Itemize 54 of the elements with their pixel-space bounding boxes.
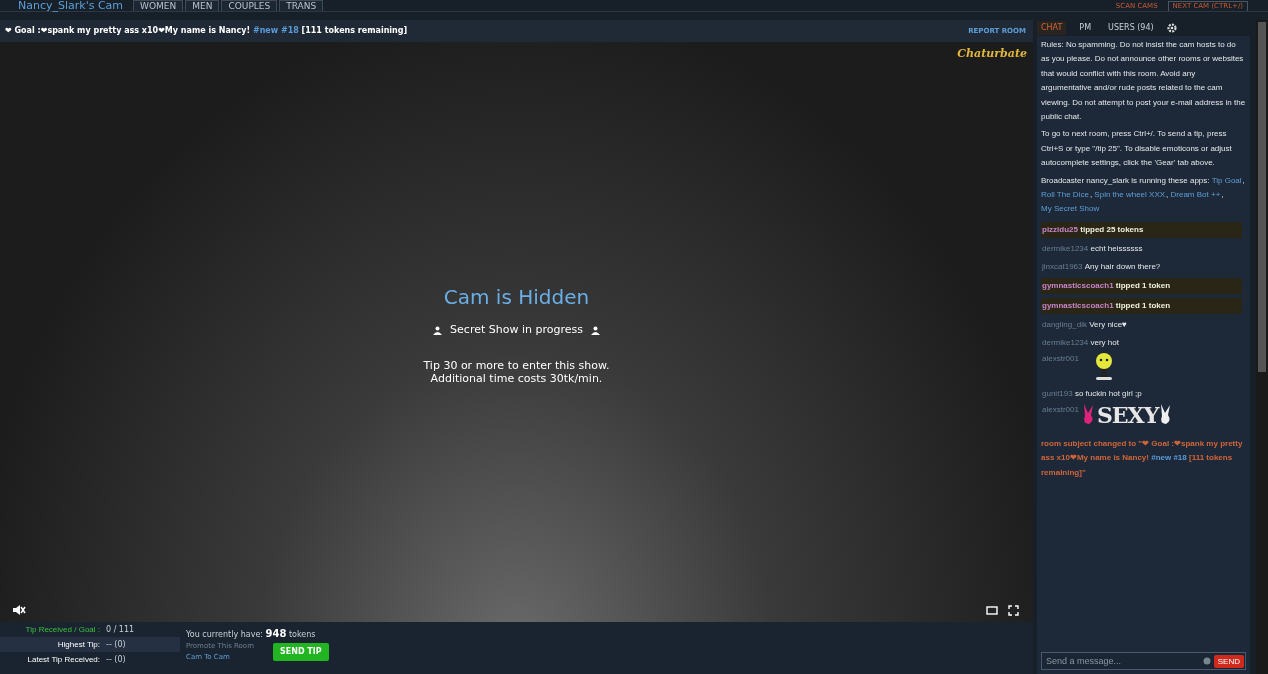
token-balance: You currently have: 948 tokens bbox=[186, 627, 317, 641]
chat-message: gunit193 so fuckin hot girl ;p bbox=[1041, 387, 1143, 400]
site-logo: Chaturbate bbox=[957, 46, 1027, 62]
muted-icon[interactable] bbox=[12, 604, 26, 616]
fullscreen-icon[interactable] bbox=[1008, 604, 1019, 616]
app-link[interactable]: My Secret Show bbox=[1041, 204, 1100, 214]
link-separator: , bbox=[1166, 190, 1169, 200]
stat-label: Tip Received / Goal : bbox=[24, 623, 100, 636]
stat-value: -- (0) bbox=[106, 653, 126, 666]
stat-value: 0 / 111 bbox=[106, 623, 135, 636]
category-tab[interactable]: WOMEN bbox=[133, 0, 184, 11]
apps-notice: Broadcaster nancy_slark is running these apps: Tip Goal, Roll The Dice, Spin the wheel XXX, Dream Bot ++, My Secret Show bbox=[1041, 174, 1246, 216]
scrollbar-thumb[interactable] bbox=[1258, 22, 1266, 372]
chat-notice: Rules: No spamming. Do not insist the cam hosts to do as you please. Do not announce other rooms or websites that would conflict with this room. Avoid any argumentative and/or rude posts related to the cam viewing. Do not attempt to post your e-mail address in the public chat. bbox=[1041, 39, 1246, 124]
person-icon bbox=[590, 325, 600, 335]
chat-username: alexstr001 bbox=[1042, 403, 1079, 416]
category-tab[interactable]: MEN bbox=[185, 0, 220, 11]
tip-message: gymnasticscoach1 tipped 1 token bbox=[1041, 277, 1242, 294]
category-tab[interactable]: COUPLES bbox=[221, 0, 278, 11]
send-button[interactable]: SEND bbox=[1213, 654, 1244, 668]
tip-message: gymnasticscoach1 tipped 1 token bbox=[1041, 297, 1242, 314]
message-input[interactable]: Send a message... SEND bbox=[1041, 652, 1246, 670]
app-link[interactable]: Spin the wheel XXX bbox=[1094, 190, 1166, 200]
chat-tab[interactable]: PM bbox=[1075, 21, 1096, 35]
chat-message: jinxcat1963 Any hair down there? bbox=[1041, 260, 1162, 273]
category-tab[interactable]: TRANS bbox=[279, 0, 324, 11]
emoji-icon[interactable] bbox=[1202, 657, 1211, 665]
app-link[interactable]: Tip Goal bbox=[1211, 175, 1242, 185]
stat-label: Latest Tip Received: bbox=[26, 653, 100, 666]
chat-username: alexstr001 bbox=[1042, 352, 1079, 365]
show-status: Secret Show in progress bbox=[450, 322, 583, 338]
theater-mode-icon[interactable] bbox=[986, 605, 998, 615]
stat-label: Highest Tip: bbox=[56, 638, 100, 651]
settings-icon[interactable] bbox=[1166, 23, 1177, 33]
app-link[interactable]: Roll The Dice bbox=[1041, 190, 1089, 200]
chat-message: dangling_dik Very nice♥ bbox=[1041, 318, 1128, 331]
room-title: Nancy_Slark's Cam bbox=[18, 0, 124, 11]
chat-message: dermike1234 echt heissssss bbox=[1041, 242, 1144, 255]
link-separator: , bbox=[1089, 190, 1093, 200]
subject-change-notice: room subject changed to "❤ Goal :❤spank my pretty ass x10❤My name is Nancy! #new #18 [111 tokens remaining]" bbox=[1041, 437, 1244, 479]
sticker-text: SEXY bbox=[1096, 402, 1159, 427]
cam-hidden-title: Cam is Hidden bbox=[443, 284, 590, 311]
stat-value: -- (0) bbox=[106, 638, 126, 651]
chat-message: dermike1234 very hot bbox=[1041, 336, 1120, 349]
chat-tab[interactable]: CHAT bbox=[1037, 21, 1067, 35]
tip-message: pizzidu25 tipped 25 tokens bbox=[1041, 221, 1242, 238]
link-separator: , bbox=[1242, 175, 1245, 185]
app-link[interactable]: Dream Bot ++ bbox=[1170, 190, 1221, 200]
room-subject: ❤ Goal :❤spank my pretty ass x10❤My name is Nancy! #new #18 [111 tokens remaining] bbox=[5, 25, 408, 37]
person-icon bbox=[433, 325, 443, 335]
show-info: Tip 30 or more to enter this show. Additional time costs 30tk/min. bbox=[423, 358, 610, 385]
chat-notice: To go to next room, press Ctrl+/. To send a tip, press Ctrl+S or type "/tip 25". To disable emoticons or adjust autocomplete settings, click the 'Gear' tab above. bbox=[1041, 128, 1233, 170]
chat-tab[interactable]: USERS (94) bbox=[1104, 21, 1158, 35]
link-separator: , bbox=[1221, 190, 1224, 200]
